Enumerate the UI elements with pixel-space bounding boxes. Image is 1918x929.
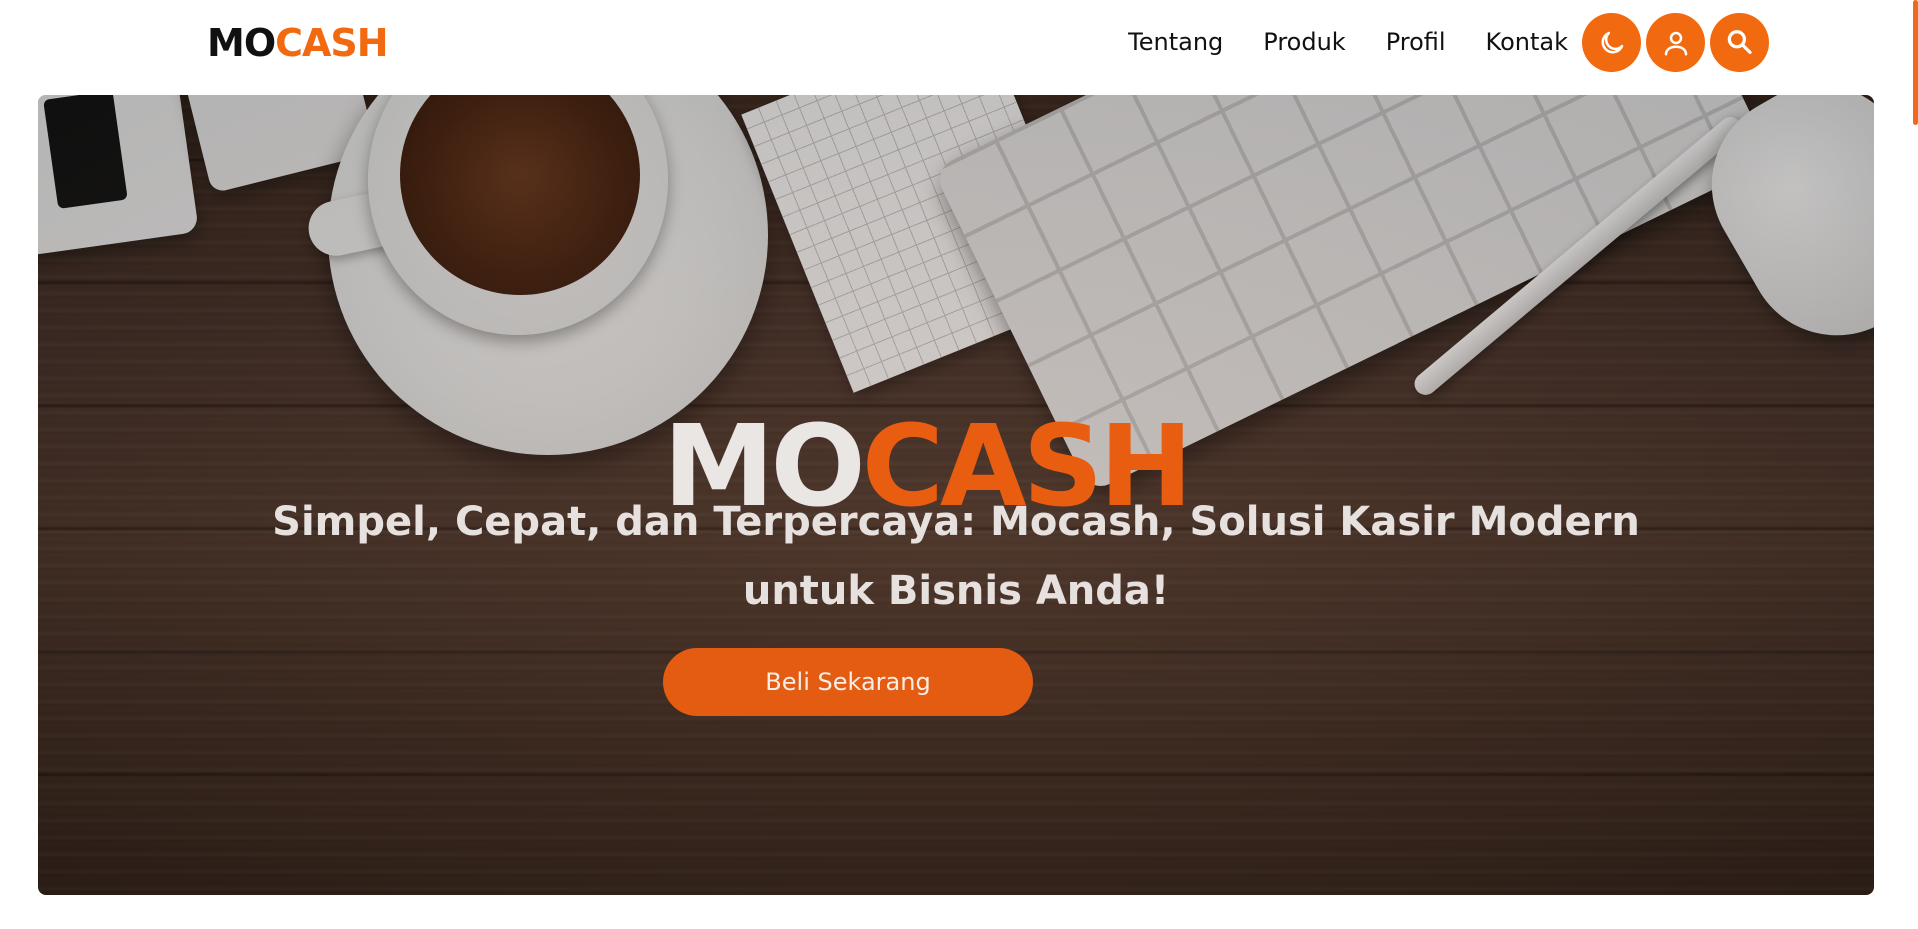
logo[interactable]: MOCASH <box>207 20 389 66</box>
search-icon <box>1725 28 1755 58</box>
logo-part-cash: CASH <box>275 21 388 65</box>
hero-subtitle: Simpel, Cepat, dan Terpercaya: Mocash, S… <box>272 499 1640 614</box>
nav-link-profil[interactable]: Profil <box>1386 24 1446 60</box>
user-icon <box>1661 28 1691 58</box>
scrollbar[interactable] <box>1913 0 1918 125</box>
nav-link-produk[interactable]: Produk <box>1263 24 1345 60</box>
nav-link-tentang[interactable]: Tentang <box>1128 24 1223 60</box>
nav-link-kontak[interactable]: Kontak <box>1486 24 1568 60</box>
navbar: MOCASH Tentang Produk Profil Kontak <box>0 0 1918 87</box>
moon-icon <box>1597 28 1627 58</box>
user-button[interactable] <box>1646 13 1705 72</box>
search-button[interactable] <box>1710 13 1769 72</box>
hero-banner: MOCASH Simpel, Cepat, dan Terpercaya: Mo… <box>38 95 1874 895</box>
dark-mode-button[interactable] <box>1582 13 1641 72</box>
nav-actions <box>1582 13 1769 72</box>
logo-part-mo: MO <box>207 21 276 65</box>
buy-now-button[interactable]: Beli Sekarang <box>663 648 1033 716</box>
main-nav: Tentang Produk Profil Kontak <box>1128 24 1568 60</box>
